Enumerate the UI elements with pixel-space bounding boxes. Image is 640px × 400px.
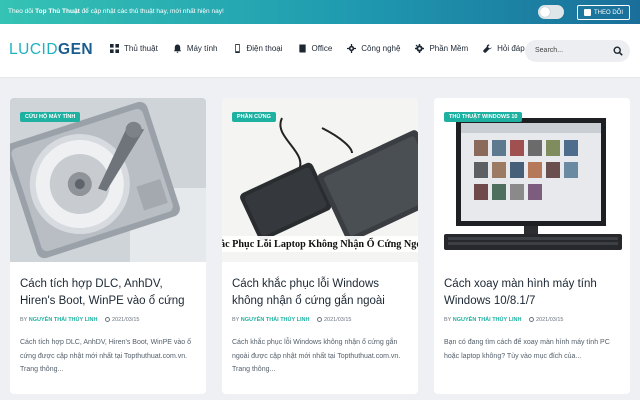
- post-excerpt: Cách khắc phục lỗi Windows không nhận ổ …: [232, 339, 401, 373]
- nav-item-dien-thoai[interactable]: Điện thoại: [233, 44, 283, 53]
- post-card[interactable]: THỦ THUẬT WINDOWS 10 Cách xoay màn hình …: [434, 98, 630, 394]
- nav-label: Thủ thuật: [124, 44, 158, 53]
- post-meta: BY NGUYỄN THÁI THỦY LINH 2021/03/15: [232, 317, 352, 323]
- post-date: 2021/03/15: [323, 317, 352, 323]
- toggle-knob: [540, 7, 550, 17]
- logo-part-1: LUCID: [9, 41, 59, 58]
- clock-icon: [528, 317, 534, 322]
- post-meta: BY NGUYỄN THÁI THỦY LINH 2021/03/15: [20, 317, 140, 323]
- site-logo[interactable]: LUCIDGEN: [9, 41, 93, 59]
- post-excerpt: Bạn có đang tìm cách để xoay màn hình má…: [444, 339, 610, 360]
- post-date: 2021/03/15: [111, 317, 140, 323]
- search-input[interactable]: Search...: [525, 40, 630, 62]
- post-excerpt: Cách tích hợp DLC, AnhDV, Hiren's Boot, …: [20, 339, 192, 373]
- clock-icon: [316, 317, 322, 322]
- announcement-suffix: để cập nhật các thủ thuật hay, mới nhất …: [79, 8, 224, 15]
- facebook-icon: [583, 9, 591, 16]
- category-badge[interactable]: THỦ THUẬT WINDOWS 10: [444, 112, 523, 122]
- post-meta: BY NGUYỄN THÁI THỦY LINH 2021/03/15: [444, 317, 564, 323]
- category-badge[interactable]: CỨU HỘ MÁY TÍNH: [20, 112, 81, 122]
- author-link[interactable]: NGUYỄN THÁI THỦY LINH: [453, 317, 522, 323]
- grid-icon: [110, 44, 119, 53]
- logo-part-2: GEN: [58, 41, 94, 58]
- bell-icon: [173, 44, 181, 53]
- gear-icon: [347, 44, 357, 53]
- follow-button[interactable]: THEO DÕI: [577, 5, 630, 20]
- by-label: BY: [444, 317, 452, 323]
- search-icon[interactable]: [613, 46, 623, 56]
- nav-item-thu-thuat[interactable]: Thủ thuật: [110, 44, 158, 53]
- announcement-brand-link[interactable]: Top Thủ Thuật: [35, 8, 80, 15]
- nav-item-cong-nghe[interactable]: Công nghệ: [347, 44, 400, 53]
- dark-mode-toggle[interactable]: [538, 5, 564, 19]
- post-thumbnail[interactable]: ắc Phục Lỗi Laptop Không Nhận Ổ Cứng Ngo…: [222, 98, 418, 262]
- follow-label: THEO DÕI: [593, 9, 623, 16]
- nav-label: Office: [311, 44, 333, 53]
- nav-item-office[interactable]: Office: [298, 44, 333, 53]
- nav-item-phan-mem[interactable]: Phần Mềm: [415, 44, 468, 53]
- nav-label: Phần Mềm: [429, 44, 469, 53]
- author-link[interactable]: NGUYỄN THÁI THỦY LINH: [241, 317, 310, 323]
- settings-icon: [415, 44, 425, 53]
- nav-label: Điện thoại: [246, 44, 283, 53]
- category-badge[interactable]: PHẦN CỨNG: [232, 112, 276, 122]
- top-announcement-bar: Theo dõi Top Thủ Thuật để cập nhật các t…: [0, 0, 640, 24]
- by-label: BY: [232, 317, 240, 323]
- book-icon: [298, 44, 306, 53]
- site-header: LUCIDGEN Thủ thuật Máy tính Điện thoại O…: [0, 24, 640, 78]
- post-card[interactable]: CỨU HỘ MÁY TÍNH Cách tích hợp DLC, AnhDV…: [10, 98, 206, 394]
- post-title[interactable]: Cách xoay màn hình máy tính Windows 10/8…: [444, 276, 622, 310]
- announcement-text: Theo dõi Top Thủ Thuật để cập nhật các t…: [8, 8, 224, 15]
- nav-item-hoi-dap[interactable]: Hỏi đáp: [483, 44, 525, 53]
- clock-icon: [104, 317, 110, 322]
- nav-label: Hỏi đáp: [497, 44, 525, 53]
- hard-drive-image: [10, 98, 206, 262]
- nav-label: Máy tính: [186, 44, 218, 53]
- by-label: BY: [20, 317, 28, 323]
- post-thumbnail[interactable]: CỨU HỘ MÁY TÍNH: [10, 98, 206, 262]
- image-caption: ắc Phục Lỗi Laptop Không Nhận Ổ Cứng Ngo…: [222, 237, 418, 250]
- post-date: 2021/03/15: [535, 317, 564, 323]
- author-link[interactable]: NGUYỄN THÁI THỦY LINH: [29, 317, 98, 323]
- announcement-prefix: Theo dõi: [8, 8, 36, 15]
- search-placeholder: Search...: [535, 47, 564, 54]
- post-card[interactable]: ắc Phục Lỗi Laptop Không Nhận Ổ Cứng Ngo…: [222, 98, 418, 394]
- external-drive-image: ắc Phục Lỗi Laptop Không Nhận Ổ Cứng Ngo…: [222, 98, 418, 262]
- wrench-icon: [483, 44, 492, 53]
- rotated-monitor-image: [434, 98, 630, 262]
- post-title[interactable]: Cách khắc phục lỗi Windows không nhận ổ …: [232, 276, 410, 310]
- post-title[interactable]: Cách tích hợp DLC, AnhDV, Hiren's Boot, …: [20, 276, 198, 310]
- phone-icon: [234, 44, 240, 53]
- main-nav: Thủ thuật Máy tính Điện thoại Office Côn…: [110, 44, 540, 53]
- nav-label: Công nghệ: [361, 44, 401, 53]
- nav-item-may-tinh[interactable]: Máy tính: [173, 44, 218, 53]
- post-thumbnail[interactable]: THỦ THUẬT WINDOWS 10: [434, 98, 630, 262]
